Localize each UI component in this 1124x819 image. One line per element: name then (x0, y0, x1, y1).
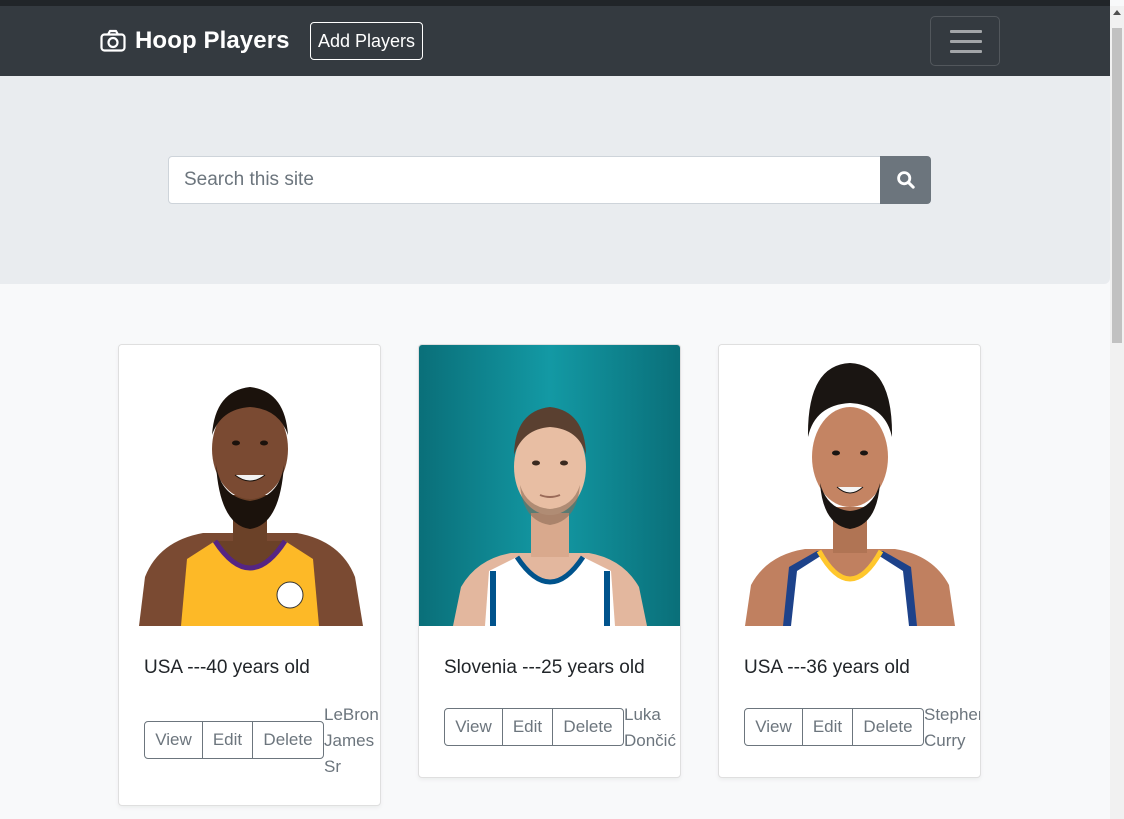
delete-button[interactable]: Delete (852, 708, 924, 746)
edit-button[interactable]: Edit (502, 708, 553, 746)
player-info: USA ---36 years old (744, 657, 910, 678)
player-card: Slovenia ---25 years old View Edit Delet… (418, 344, 681, 778)
navbar: Hoop Players Add Players (0, 6, 1110, 76)
card-button-group: View Edit Delete (144, 721, 324, 759)
player-name: LeBron James Sr (324, 705, 379, 776)
hamburger-icon (950, 30, 982, 33)
navbar-toggler-button[interactable] (930, 16, 1000, 66)
edit-button[interactable]: Edit (802, 708, 853, 746)
page-scrollbar[interactable] (1110, 6, 1124, 819)
scroll-up-arrow-icon[interactable] (1113, 10, 1121, 15)
card-button-group: View Edit Delete (744, 708, 924, 746)
scrollbar-thumb[interactable] (1112, 28, 1122, 343)
delete-button[interactable]: Delete (552, 708, 624, 746)
edit-button[interactable]: Edit (202, 721, 253, 759)
player-name: Stephen Curry (924, 705, 980, 750)
search-section (0, 76, 1110, 284)
delete-button[interactable]: Delete (252, 721, 324, 759)
view-button[interactable]: View (744, 708, 803, 746)
player-card: USA ---40 years old View Edit Delete LeB… (118, 344, 381, 806)
player-photo (719, 345, 980, 626)
view-button[interactable]: View (444, 708, 503, 746)
player-info: Slovenia ---25 years old (444, 657, 645, 678)
card-button-group: View Edit Delete (444, 708, 624, 746)
add-players-button[interactable]: Add Players (310, 22, 423, 60)
view-button[interactable]: View (144, 721, 203, 759)
camera-icon (100, 29, 126, 52)
player-name: Luka Dončić (624, 705, 676, 750)
brand-title: Hoop Players (135, 27, 290, 54)
player-photo (119, 345, 380, 626)
player-info: USA ---40 years old (144, 657, 310, 678)
player-photo (419, 345, 680, 626)
search-icon (896, 171, 915, 189)
player-card: USA ---36 years old View Edit Delete Ste… (718, 344, 981, 778)
search-button[interactable] (880, 156, 931, 204)
brand-link[interactable]: Hoop Players (100, 26, 290, 56)
search-input[interactable] (168, 156, 881, 204)
